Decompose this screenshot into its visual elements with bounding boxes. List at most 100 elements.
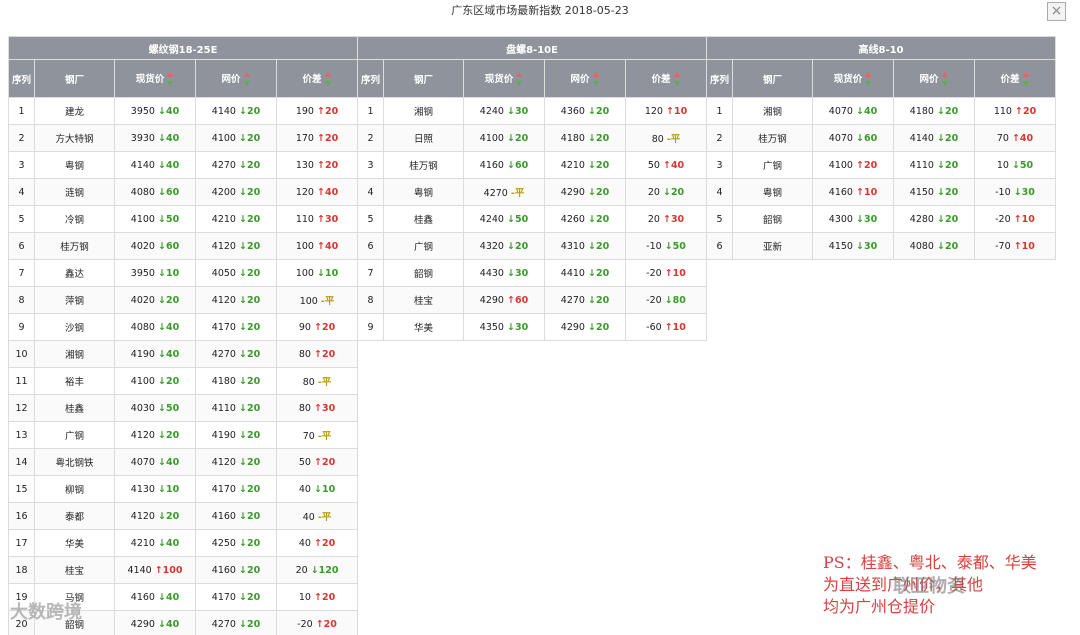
net-price-value: 4120 <box>211 240 236 252</box>
table-row: 3 广钢 4100 ↑20 4110 ↓20 10 ↓50 <box>706 151 1057 179</box>
net-price-cell: 4410 ↓20 <box>544 259 626 287</box>
table-row: 13 广钢 4120 ↓20 4190 ↓20 70 -平 <box>8 421 359 449</box>
mill-name: 湘钢 <box>34 340 115 368</box>
spot-price-cell: 4100 ↓50 <box>114 205 196 233</box>
sort-arrows-icon[interactable] <box>516 72 523 87</box>
mill-name: 桂万钢 <box>383 151 464 179</box>
sort-arrows-icon[interactable] <box>592 72 600 87</box>
price-diff-change: -平 <box>317 512 332 523</box>
column-header[interactable]: 现货价 <box>114 59 196 98</box>
sort-arrows-icon[interactable] <box>941 72 949 87</box>
price-table-3: 高线8-10 序列 钢厂 现货价 网价 价差 1 湘钢 4070 ↓40 4180 ↓20 110 … <box>705 36 1057 260</box>
spot-price-cell: 3950 ↓40 <box>114 97 196 125</box>
spot-price-cell: 4240 ↓30 <box>463 97 545 125</box>
column-header[interactable]: 现货价 <box>463 59 545 98</box>
spot-price-cell: 4160 ↓40 <box>114 583 196 611</box>
price-diff-cell: -60 ↑10 <box>624 313 708 341</box>
net-price-change: ↓20 <box>239 537 261 549</box>
price-diff-cell: 100 ↑40 <box>275 232 359 260</box>
spot-price-value: 4020 <box>130 294 155 306</box>
price-diff-cell: 50 ↑40 <box>624 151 708 179</box>
table-row: 8 桂宝 4290 ↑60 4270 ↓20 -20 ↓80 <box>357 286 708 314</box>
table-row: 2 方大特钢 3930 ↓40 4100 ↓20 170 ↑20 <box>8 124 359 152</box>
price-diff-value: 120 <box>644 105 663 117</box>
net-price-cell: 4250 ↓20 <box>195 529 277 557</box>
spot-price-change: ↓30 <box>507 267 529 279</box>
row-index: 14 <box>8 448 35 476</box>
spot-price-value: 4290 <box>479 294 504 306</box>
mill-name: 华美 <box>34 529 115 557</box>
net-price-value: 4410 <box>560 267 585 279</box>
price-diff-change: ↑40 <box>317 240 339 252</box>
net-price-value: 4250 <box>211 537 236 549</box>
column-header[interactable]: 网价 <box>544 59 626 98</box>
net-price-change: ↓20 <box>588 213 610 225</box>
sort-arrows-icon[interactable] <box>324 72 332 87</box>
table-row: 4 粤钢 4270 -平 4290 ↓20 20 ↓20 <box>357 178 708 206</box>
spot-price-cell: 4160 ↑10 <box>812 178 894 206</box>
net-price-value: 4270 <box>211 159 236 171</box>
close-button[interactable]: × <box>1047 2 1066 21</box>
column-header[interactable]: 价差 <box>624 59 708 98</box>
table-row: 18 桂宝 4140 ↑100 4160 ↓20 20 ↓120 <box>8 556 359 584</box>
spot-price-value: 4080 <box>130 321 155 333</box>
spot-price-change: ↓40 <box>856 105 878 117</box>
sort-arrows-icon[interactable] <box>673 72 681 87</box>
spot-price-value: 4100 <box>130 213 155 225</box>
price-diff-value: 110 <box>993 105 1012 117</box>
mill-name: 华美 <box>383 313 464 341</box>
net-price-cell: 4170 ↓20 <box>195 313 277 341</box>
table-row: 10 湘钢 4190 ↓40 4270 ↓20 80 ↑20 <box>8 340 359 368</box>
net-price-cell: 4110 ↓20 <box>195 394 277 422</box>
price-diff-cell: -20 ↑10 <box>973 205 1057 233</box>
price-diff-value: 110 <box>295 213 314 225</box>
table-row: 9 华美 4350 ↓30 4290 ↓20 -60 ↑10 <box>357 313 708 341</box>
spot-price-cell: 4080 ↓40 <box>114 313 196 341</box>
column-header[interactable]: 价差 <box>973 59 1057 98</box>
column-header-label: 价差 <box>1000 73 1020 85</box>
price-diff-value: 80 <box>651 134 664 145</box>
spot-price-cell: 4240 ↓50 <box>463 205 545 233</box>
column-header[interactable]: 价差 <box>275 59 359 98</box>
window-title: 广东区域市场最新指数 2018-05-23 <box>451 4 629 17</box>
price-diff-value: 70 <box>302 431 315 442</box>
spot-price-cell: 4140 ↓40 <box>114 151 196 179</box>
spot-price-cell: 4210 ↓40 <box>114 529 196 557</box>
row-index: 5 <box>706 205 733 233</box>
price-diff-change: -平 <box>317 431 332 442</box>
row-index: 9 <box>8 313 35 341</box>
net-price-value: 4160 <box>211 510 236 522</box>
price-diff-change: ↑30 <box>314 402 336 414</box>
net-price-cell: 4290 ↓20 <box>544 178 626 206</box>
sort-arrows-icon[interactable] <box>1022 72 1030 87</box>
spot-price-cell: 4350 ↓30 <box>463 313 545 341</box>
net-price-change: ↓20 <box>588 159 610 171</box>
column-header[interactable]: 现货价 <box>812 59 894 98</box>
spot-price-value: 4130 <box>130 483 155 495</box>
price-diff-value: 80 <box>298 402 311 414</box>
net-price-change: ↓20 <box>588 321 610 333</box>
table-row: 2 桂万钢 4070 ↓60 4140 ↓20 70 ↑40 <box>706 124 1057 152</box>
sort-arrows-icon[interactable] <box>243 72 251 87</box>
row-index: 8 <box>8 286 35 314</box>
price-diff-change: ↑40 <box>662 159 685 171</box>
column-header[interactable]: 网价 <box>195 59 277 98</box>
net-price-value: 4310 <box>560 240 585 252</box>
net-price-cell: 4290 ↓20 <box>544 313 626 341</box>
spot-price-change: ↓40 <box>158 618 180 630</box>
spot-price-cell: 4290 ↓40 <box>114 610 196 635</box>
price-diff-change: ↑40 <box>1011 132 1034 144</box>
price-diff-cell: 10 ↑20 <box>275 583 359 611</box>
spot-price-value: 3930 <box>130 132 155 144</box>
net-price-change: ↓20 <box>239 348 261 360</box>
net-price-change: ↓20 <box>239 375 261 387</box>
sort-arrows-icon[interactable] <box>865 72 872 87</box>
mill-name: 粤北钢铁 <box>34 448 115 476</box>
spot-price-change: ↓30 <box>507 321 529 333</box>
sort-arrows-icon[interactable] <box>167 72 174 87</box>
net-price-cell: 4210 ↓20 <box>544 151 626 179</box>
spot-price-cell: 4030 ↓50 <box>114 394 196 422</box>
price-diff-cell: 20 ↓20 <box>624 178 708 206</box>
spot-price-cell: 4120 ↓20 <box>114 502 196 530</box>
column-header[interactable]: 网价 <box>893 59 975 98</box>
